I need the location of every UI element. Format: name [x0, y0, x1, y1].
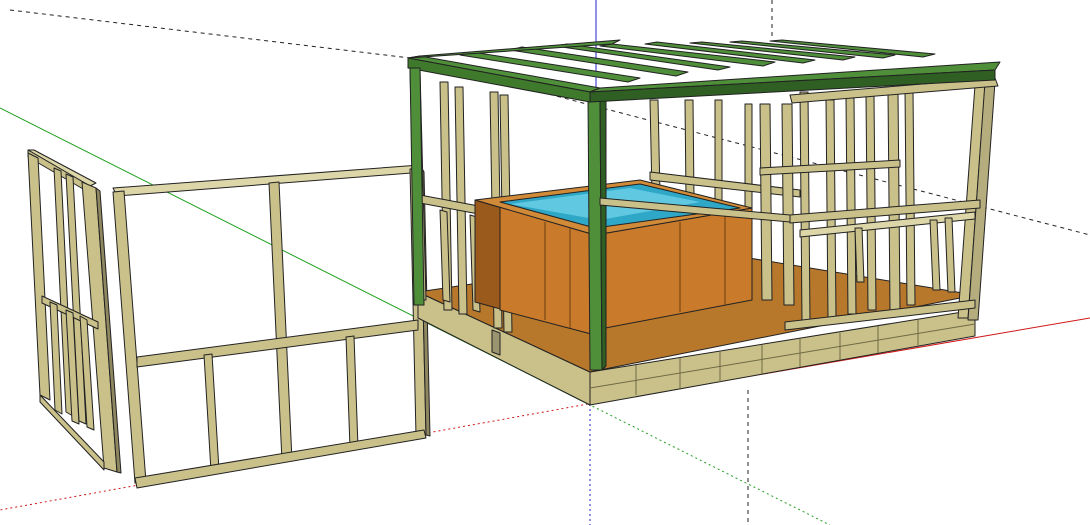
left-wall-stud [454, 86, 468, 315]
green-axis-dotted [587, 403, 831, 525]
right-wall-stud [799, 91, 811, 323]
large-wall-stud [268, 181, 293, 462]
right-wall-stud [825, 99, 837, 319]
right-wall-stud [845, 97, 857, 315]
right-wall-stud [887, 91, 901, 311]
large-wall-panel[interactable] [112, 164, 431, 489]
right-wall-stud [865, 95, 877, 311]
hot-tub-enclosure[interactable] [407, 39, 1001, 406]
small-wall-stud [27, 152, 51, 401]
large-wall-top-plate [112, 164, 425, 197]
large-wall-stud [203, 353, 220, 472]
right-wall-stud [781, 103, 795, 306]
deck-support [491, 329, 501, 356]
large-wall-stud [345, 335, 359, 449]
guide-line-1 [9, 9, 411, 59]
small-wall-stud [49, 301, 63, 415]
right-wall-stud [904, 89, 916, 306]
sketchup-viewport[interactable] [0, 0, 1090, 525]
3d-model-scene[interactable] [0, 0, 1090, 525]
small-wall-panel[interactable] [27, 149, 122, 474]
right-wall-stud [759, 103, 773, 301]
